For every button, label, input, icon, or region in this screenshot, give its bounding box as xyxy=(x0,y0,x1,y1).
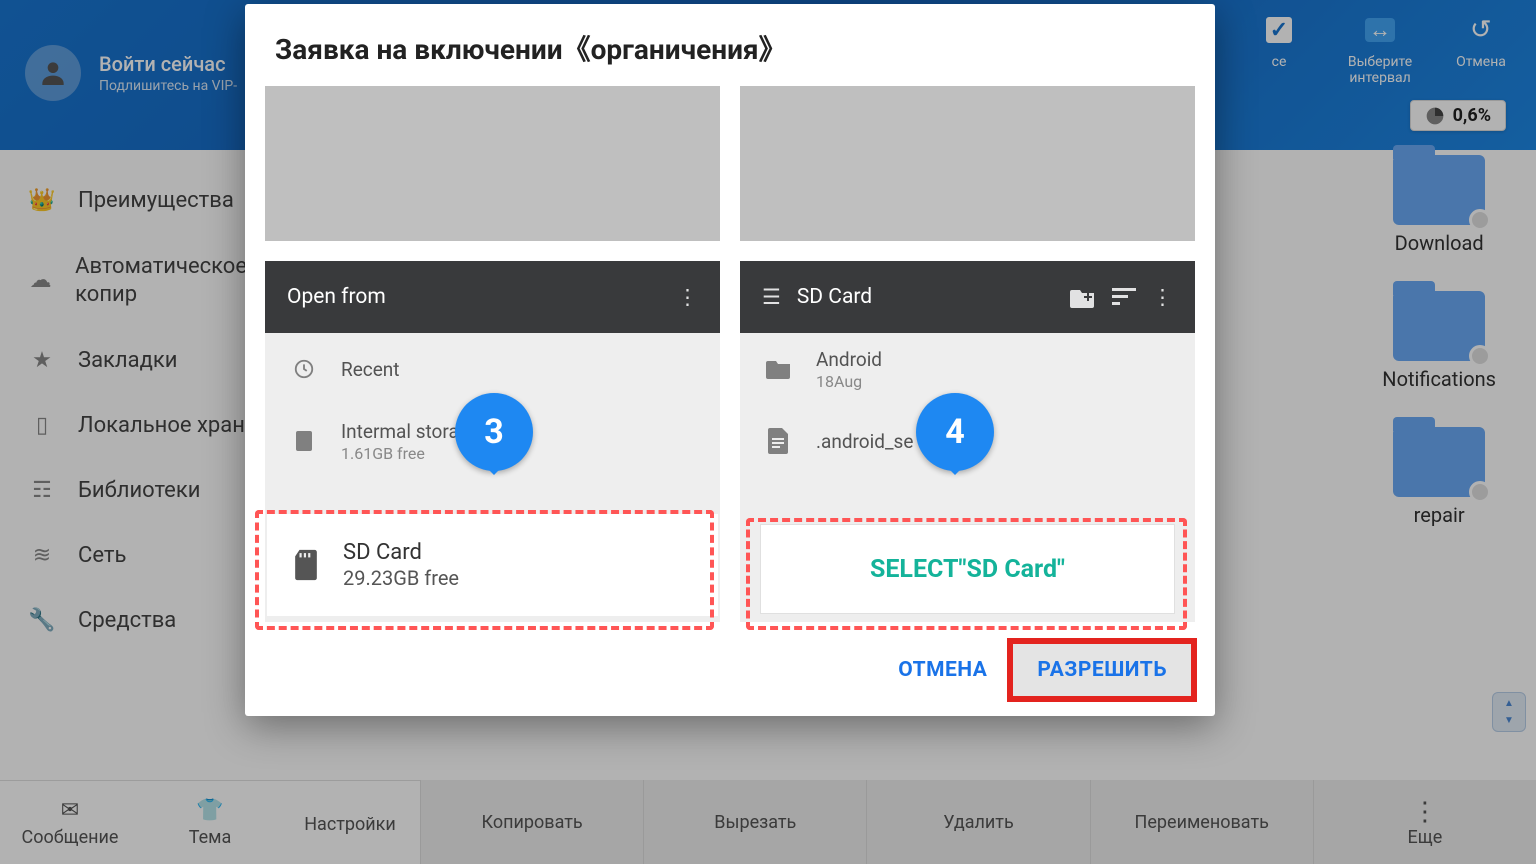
more-vert-icon: ⋮ xyxy=(677,285,698,310)
more-vert-icon: ⋮ xyxy=(1152,285,1173,310)
list-item-label: .android_se xyxy=(816,430,913,453)
panel-title: SD Card xyxy=(797,285,1054,309)
panel-appbar-right: ☰ SD Card ⋮ xyxy=(740,261,1195,333)
dialog-actions: ОТМЕНА РАЗРЕШИТЬ xyxy=(245,622,1215,712)
list-item-sublabel: 18Aug xyxy=(816,372,882,391)
list-item-sublabel: 1.61GB free xyxy=(341,444,459,463)
panel-appbar-left: Open from ⋮ xyxy=(265,261,720,333)
allow-button[interactable]: РАЗРЕШИТЬ xyxy=(1007,638,1197,702)
highlight-dashed-box xyxy=(255,510,714,630)
hamburger-icon: ☰ xyxy=(762,285,781,310)
cancel-button[interactable]: ОТМЕНА xyxy=(878,644,1007,696)
storage-icon xyxy=(291,429,317,453)
clock-icon xyxy=(291,358,317,380)
list-item-label: Recent xyxy=(341,358,400,381)
sort-icon xyxy=(1112,288,1136,306)
cancel-button-label: ОТМЕНА xyxy=(898,658,987,682)
step-number: 4 xyxy=(916,393,994,471)
panel-title: Open from xyxy=(287,285,661,309)
panel-placeholder xyxy=(265,86,720,241)
instruction-panel-3: Open from ⋮ Recent Intermal stora1.61GB … xyxy=(265,86,720,622)
file-icon xyxy=(766,428,792,454)
allow-button-label: РАЗРЕШИТЬ xyxy=(1013,644,1191,696)
panel-placeholder xyxy=(740,86,1195,241)
list-item-label: Android xyxy=(816,348,882,371)
step-pin-3: 3 xyxy=(455,393,533,489)
dialog-title: Заявка на включении《органичения》 xyxy=(245,4,1215,86)
permission-dialog: Заявка на включении《органичения》 Open fr… xyxy=(245,4,1215,716)
list-item-label: Intermal stora xyxy=(341,420,459,443)
folder-icon xyxy=(766,359,792,379)
instruction-panel-4: ☰ SD Card ⋮ Android18Aug .android_se SEL… xyxy=(740,86,1195,622)
new-folder-icon xyxy=(1070,286,1096,308)
step-pin-4: 4 xyxy=(916,393,994,489)
step-number: 3 xyxy=(455,393,533,471)
highlight-dashed-box xyxy=(746,518,1187,630)
